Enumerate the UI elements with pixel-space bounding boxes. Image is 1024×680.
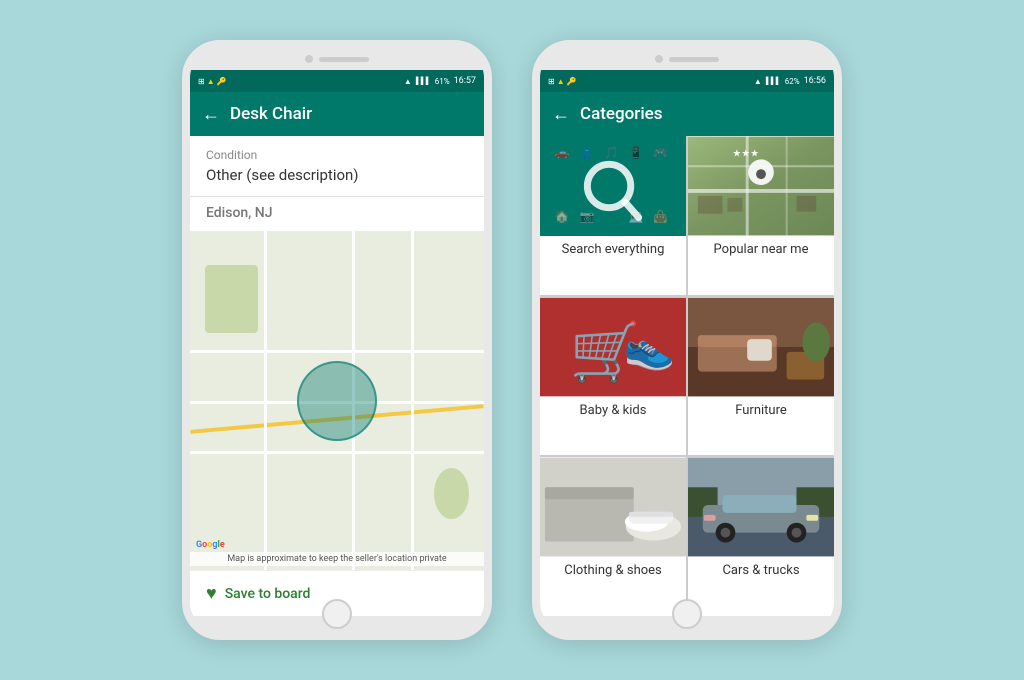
category-furniture[interactable]: Furniture — [688, 297, 834, 456]
map-caption: Map is approximate to keep the seller's … — [190, 552, 484, 566]
category-label-clothing: Clothing & shoes — [540, 557, 686, 584]
category-search-everything[interactable]: 🚗 👗 🎵 📱 🎮 🏠 📷 💻 👜 — [540, 136, 686, 295]
cars-visual — [688, 457, 834, 557]
categories-grid: 🚗 👗 🎵 📱 🎮 🏠 📷 💻 👜 — [540, 136, 834, 616]
location-label: Edison, NJ — [206, 205, 468, 221]
clothing-visual — [540, 457, 686, 557]
map-road — [190, 350, 484, 353]
category-thumb-clothing — [540, 457, 686, 557]
condition-label: Condition — [206, 148, 468, 162]
time-display-r: 16:56 — [804, 76, 826, 86]
svg-text:🎮: 🎮 — [653, 145, 668, 159]
location-section: Edison, NJ — [190, 197, 484, 231]
earpiece-right — [669, 57, 719, 62]
map-container: Google Map is approximate to keep the se… — [190, 231, 484, 570]
popular-near-me-visual: ★★★ — [688, 136, 834, 236]
svg-text:👟: 👟 — [624, 324, 676, 372]
category-label-baby: Baby & kids — [540, 397, 686, 424]
google-logo: Google — [196, 540, 225, 550]
battery-icon: 61% — [435, 77, 450, 86]
front-camera-right — [655, 55, 663, 63]
condition-value: Other (see description) — [206, 166, 468, 184]
category-label-furniture: Furniture — [688, 397, 834, 424]
svg-text:👜: 👜 — [653, 210, 668, 224]
page-title-right: Categories — [580, 104, 663, 124]
sim-icon-r: ⊞ — [548, 77, 555, 86]
category-clothing-shoes[interactable]: Clothing & shoes — [540, 457, 686, 616]
category-label-search: Search everything — [540, 236, 686, 263]
home-button[interactable] — [322, 599, 352, 629]
map-bg: Google — [190, 231, 484, 570]
page-title-left: Desk Chair — [230, 104, 312, 124]
category-baby-kids[interactable]: 🛒 👟 Baby & kids — [540, 297, 686, 456]
category-label-cars: Cars & trucks — [688, 557, 834, 584]
categories-content: 🚗 👗 🎵 📱 🎮 🏠 📷 💻 👜 — [540, 136, 834, 616]
signal-icon: ▌▌▌ — [416, 77, 431, 85]
category-thumb-cars — [688, 457, 834, 557]
phone-top-chrome-right — [540, 48, 834, 70]
map-park — [205, 265, 258, 333]
status-left-icons-r: ⊞ ▲ 🔑 — [548, 77, 577, 86]
wifi-icon-r: ▲ — [754, 77, 762, 86]
status-left-icons: ⊞ ▲ 🔑 — [198, 77, 227, 86]
detail-content: Condition Other (see description) Edison… — [190, 136, 484, 616]
svg-text:🚗: 🚗 — [555, 145, 570, 159]
right-phone: ⊞ ▲ 🔑 ▲ ▌▌▌ 62% 16:56 ← Categories — [532, 40, 842, 640]
category-cars-trucks[interactable]: Cars & trucks — [688, 457, 834, 616]
category-popular-near-me[interactable]: ★★★ Popular near me — [688, 136, 834, 295]
key-icon-r: 🔑 — [567, 77, 577, 86]
heart-icon: ♥ — [206, 583, 217, 604]
back-button-right[interactable]: ← — [552, 104, 570, 125]
phone-bottom-chrome-right — [540, 616, 834, 632]
furniture-visual — [688, 297, 834, 397]
signal-icon-r: ▌▌▌ — [766, 77, 781, 85]
svg-text:★★★: ★★★ — [732, 148, 759, 159]
svg-text:🎵: 🎵 — [604, 145, 619, 159]
app-bar-right: ← Categories — [540, 92, 834, 136]
phone-bottom-chrome — [190, 616, 484, 632]
wifi-icon: ▲ — [404, 77, 412, 86]
warning-icon: ▲ — [207, 77, 215, 86]
status-right-icons: ▲ ▌▌▌ 61% 16:57 — [404, 76, 476, 86]
left-phone: ⊞ ▲ 🔑 ▲ ▌▌▌ 61% 16:57 ← Desk Chair Condi… — [182, 40, 492, 640]
back-button-left[interactable]: ← — [202, 104, 220, 125]
earpiece — [319, 57, 369, 62]
map-road — [190, 451, 484, 454]
location-radius-circle — [297, 361, 377, 441]
map-park — [434, 468, 469, 519]
home-button-right[interactable] — [672, 599, 702, 629]
sim-icon: ⊞ — [198, 77, 205, 86]
search-everything-visual: 🚗 👗 🎵 📱 🎮 🏠 📷 💻 👜 — [540, 136, 686, 236]
status-bar-left: ⊞ ▲ 🔑 ▲ ▌▌▌ 61% 16:57 — [190, 70, 484, 92]
category-thumb-search: 🚗 👗 🎵 📱 🎮 🏠 📷 💻 👜 — [540, 136, 686, 236]
svg-text:👗: 👗 — [579, 145, 594, 159]
svg-text:🏠: 🏠 — [555, 210, 570, 224]
key-icon: 🔑 — [217, 77, 227, 86]
save-button-label: Save to board — [225, 586, 311, 602]
status-bar-right: ⊞ ▲ 🔑 ▲ ▌▌▌ 62% 16:56 — [540, 70, 834, 92]
map-road-v — [264, 231, 267, 570]
category-thumb-popular: ★★★ — [688, 136, 834, 236]
category-label-popular: Popular near me — [688, 236, 834, 263]
category-thumb-baby: 🛒 👟 — [540, 297, 686, 397]
svg-text:📷: 📷 — [579, 210, 594, 224]
status-right-icons-r: ▲ ▌▌▌ 62% 16:56 — [754, 76, 826, 86]
battery-icon-r: 62% — [785, 77, 800, 86]
map-road-v — [411, 231, 414, 570]
condition-section: Condition Other (see description) — [190, 136, 484, 197]
warning-icon-r: ▲ — [557, 77, 565, 86]
baby-kids-visual: 🛒 👟 — [540, 297, 686, 397]
category-thumb-furniture — [688, 297, 834, 397]
app-bar-left: ← Desk Chair — [190, 92, 484, 136]
time-display: 16:57 — [454, 76, 476, 86]
front-camera — [305, 55, 313, 63]
svg-text:📱: 📱 — [629, 145, 644, 159]
phone-top-chrome — [190, 48, 484, 70]
